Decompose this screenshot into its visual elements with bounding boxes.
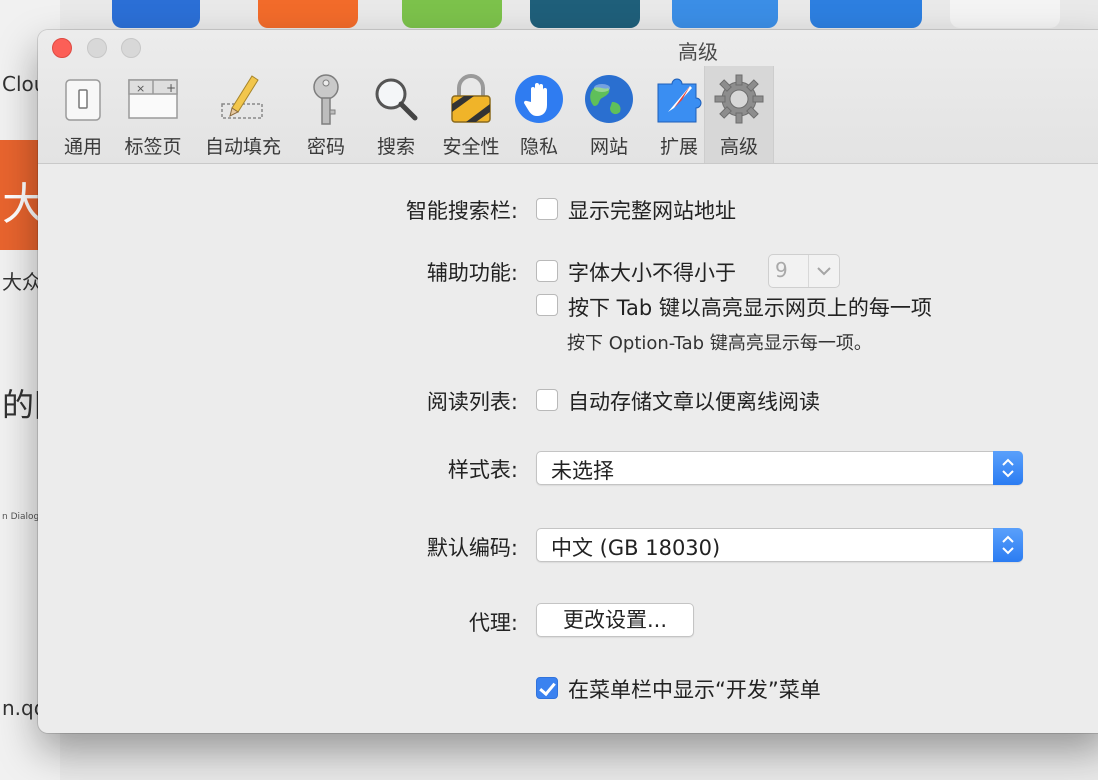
stylesheet-label: 样式表: [447, 458, 518, 482]
option-tab-hint: 按下 Option-Tab 键高亮显示每一项。 [567, 333, 872, 354]
default-encoding-popup[interactable]: 中文 (GB 18030) [536, 528, 1023, 562]
save-offline-label[interactable]: 自动存储文章以便离线阅读 [568, 386, 820, 416]
hand-icon [515, 75, 563, 123]
tab-label: 高级 [719, 136, 758, 158]
smart-search-label: 智能搜索栏: [405, 199, 518, 223]
close-button[interactable] [52, 38, 72, 58]
tab-label: 标签页 [124, 136, 182, 158]
tab-websites[interactable]: 网站 [574, 66, 644, 163]
browser-tabs-icon: × + [128, 79, 178, 119]
pencil-icon [221, 75, 263, 119]
save-offline-checkbox[interactable] [536, 389, 558, 411]
tab-label: 安全性 [442, 136, 500, 158]
gear-icon [714, 74, 764, 124]
dock-app-icon[interactable] [530, 0, 640, 28]
default-encoding-value: 中文 (GB 18030) [551, 536, 721, 560]
dock-app-icon[interactable] [810, 0, 922, 28]
tab-highlight-checkbox[interactable] [536, 294, 558, 316]
tab-passwords[interactable]: 密码 [291, 66, 361, 163]
change-settings-button[interactable]: 更改设置... [536, 603, 694, 637]
tab-tabs[interactable]: × + 标签页 [118, 66, 188, 163]
show-full-address-checkbox[interactable] [536, 198, 558, 220]
stylesheet-value: 未选择 [551, 459, 614, 483]
min-font-size-value: 9 [775, 258, 788, 282]
window-title: 高级 [678, 40, 718, 64]
dock-app-icon[interactable] [402, 0, 502, 28]
background-orange-logo: 大 [0, 140, 46, 250]
globe-icon [585, 75, 633, 123]
tab-advanced[interactable]: 高级 [704, 66, 774, 163]
key-icon [313, 74, 339, 125]
toolbar: 高级 通用 × + 标签页 自动填充 密码 搜索 安全性 隐私 网站 扩展 高级 [38, 30, 1098, 164]
svg-text:×: × [136, 82, 145, 95]
lock-icon [451, 74, 491, 123]
accessibility-label: 辅助功能: [426, 261, 518, 285]
dock-app-icon[interactable] [258, 0, 358, 28]
tab-privacy[interactable]: 隐私 [504, 66, 574, 163]
stylesheet-popup[interactable]: 未选择 [536, 451, 1023, 485]
tab-label: 自动填充 [204, 136, 281, 158]
develop-menu-label[interactable]: 在菜单栏中显示“开发”菜单 [568, 674, 821, 704]
develop-menu-checkbox[interactable] [536, 677, 558, 699]
tab-label: 搜索 [376, 136, 415, 158]
zoom-button[interactable] [121, 38, 141, 58]
dock-app-icon[interactable] [112, 0, 200, 28]
tab-label: 通用 [63, 136, 102, 158]
min-font-size-label[interactable]: 字体大小不得小于 [568, 257, 736, 287]
tab-label: 网站 [589, 136, 628, 158]
default-encoding-label: 默认编码: [426, 536, 518, 560]
background-text: n Dialog [2, 512, 40, 522]
magnifier-icon [375, 78, 418, 121]
reading-list-label: 阅读列表: [426, 390, 518, 414]
show-full-address-label[interactable]: 显示完整网站地址 [568, 195, 736, 225]
chevron-down-icon [808, 255, 839, 287]
svg-text:+: + [166, 81, 176, 95]
min-font-size-checkbox[interactable] [536, 260, 558, 282]
up-down-arrows-icon [993, 451, 1023, 485]
tab-autofill[interactable]: 自动填充 [198, 66, 288, 163]
tab-search[interactable]: 搜索 [361, 66, 431, 163]
tab-security[interactable]: 安全性 [431, 66, 511, 163]
tab-label: 密码 [306, 136, 345, 158]
preferences-window: 高级 通用 × + 标签页 自动填充 密码 搜索 安全性 隐私 网站 扩展 高级… [38, 30, 1098, 733]
proxy-label: 代理: [468, 611, 518, 635]
minimize-button[interactable] [87, 38, 107, 58]
tab-label: 隐私 [519, 136, 558, 158]
tab-highlight-label[interactable]: 按下 Tab 键以高亮显示网页上的每一项 [568, 292, 932, 322]
switch-icon [65, 79, 101, 121]
dock-app-icon[interactable] [950, 0, 1060, 28]
min-font-size-select[interactable]: 9 [768, 254, 840, 288]
up-down-arrows-icon [993, 528, 1023, 562]
dock-app-icon[interactable] [672, 0, 778, 28]
puzzle-compass-icon [657, 78, 702, 123]
tab-general[interactable]: 通用 [48, 66, 118, 163]
